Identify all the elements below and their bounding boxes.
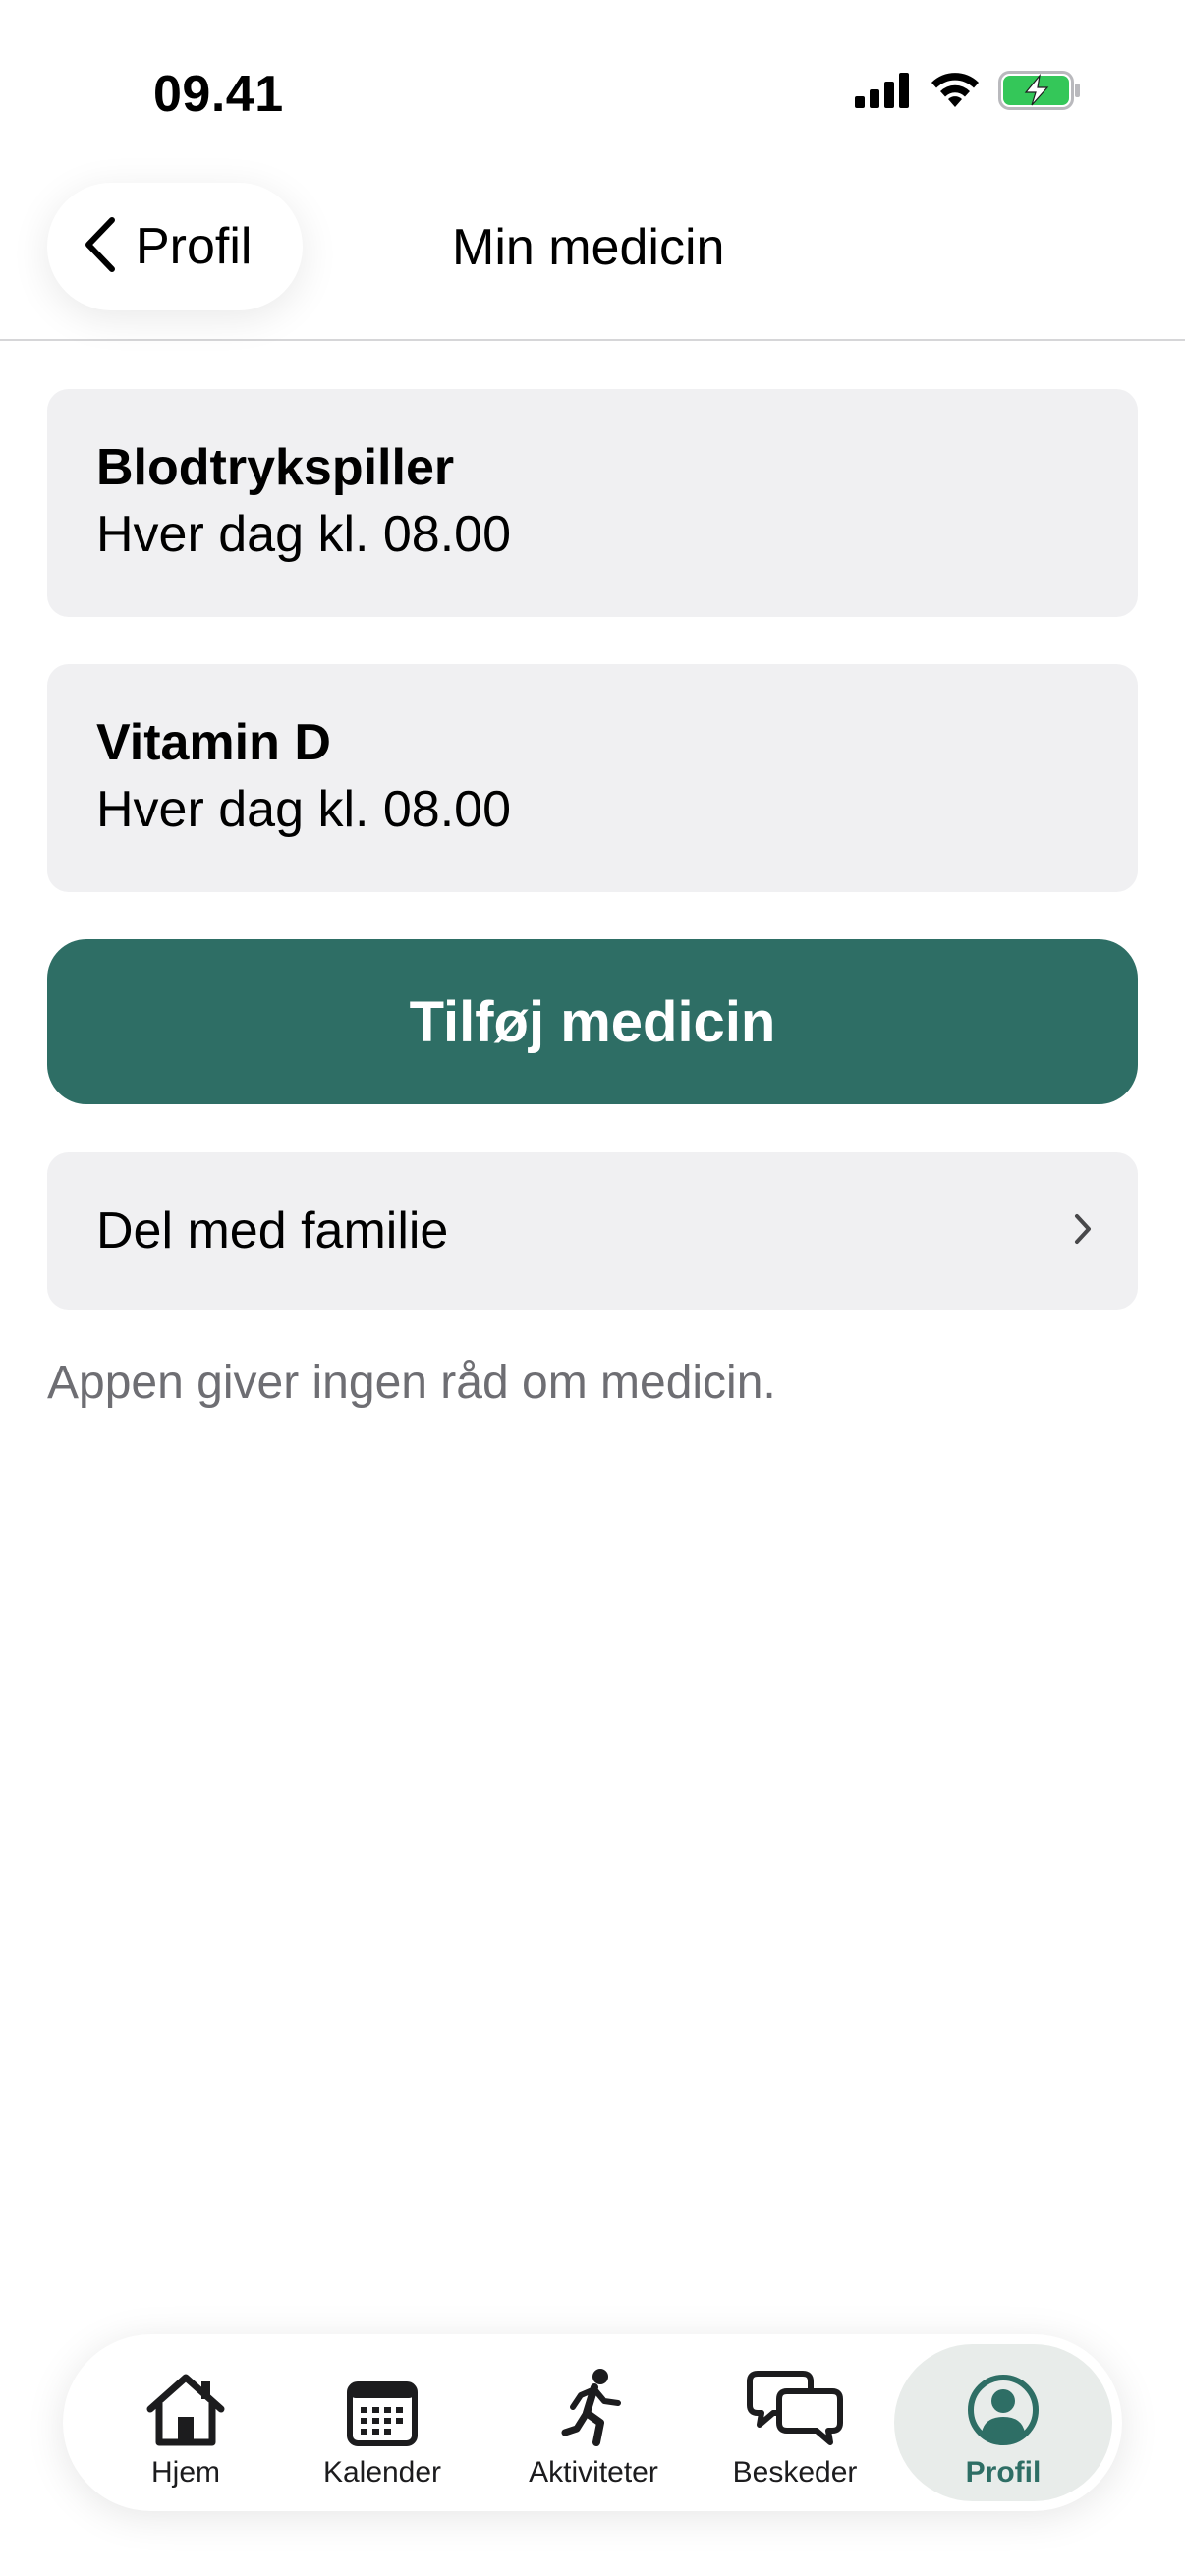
medicine-name: Vitamin D — [96, 714, 331, 771]
signal-icon — [855, 73, 912, 113]
tab-messages[interactable]: Beskeder — [711, 2344, 878, 2501]
back-button[interactable]: Profil — [47, 183, 304, 310]
medicine-schedule: Hver dag kl. 08.00 — [96, 506, 512, 563]
status-time: 09.41 — [153, 66, 284, 123]
tab-calendar[interactable]: Kalender — [299, 2344, 466, 2501]
status-bar: 09.41 — [0, 0, 1185, 147]
tab-calendar-label: Kalender — [322, 2456, 442, 2489]
tab-home[interactable]: Hjem — [102, 2344, 269, 2501]
share-with-family-row[interactable]: Del med familie — [47, 1152, 1138, 1310]
tab-home-label: Hjem — [150, 2456, 220, 2489]
tab-profile-label: Profil — [965, 2456, 1042, 2489]
back-label: Profil — [136, 218, 253, 275]
share-with-family-label: Del med familie — [96, 1203, 449, 1260]
tab-profile[interactable]: Profil — [894, 2344, 1112, 2501]
medicine-schedule: Hver dag kl. 08.00 — [96, 781, 512, 838]
wifi-icon — [930, 72, 981, 114]
chevron-right-icon — [1073, 1212, 1093, 1251]
battery-charging-icon — [998, 71, 1081, 115]
tab-messages-label: Beskeder — [732, 2456, 858, 2489]
medicine-card[interactable]: Vitamin D Hver dag kl. 08.00 — [47, 664, 1138, 892]
status-icons — [855, 71, 1081, 115]
profile-icon — [967, 2358, 1040, 2446]
tab-activities[interactable]: Aktiviteter — [495, 2344, 692, 2501]
disclaimer-text: Appen giver ingen råd om medicin. — [47, 1357, 776, 1409]
running-person-icon — [561, 2358, 626, 2446]
navigation-bar: Profil Min medicin — [0, 147, 1185, 341]
medicine-card[interactable]: Blodtrykspiller Hver dag kl. 08.00 — [47, 389, 1138, 617]
tab-bar: Hjem Kalender Aktiviteter Beskeder Profi… — [63, 2334, 1122, 2511]
tab-activities-label: Aktiviteter — [529, 2456, 658, 2489]
calendar-icon — [347, 2358, 418, 2446]
house-icon — [144, 2358, 227, 2446]
page-title: Min medicin — [452, 219, 725, 276]
chevron-left-icon — [83, 216, 118, 278]
chat-bubbles-icon — [746, 2358, 844, 2446]
medicine-name: Blodtrykspiller — [96, 439, 455, 496]
add-medicine-button[interactable]: Tilføj medicin — [47, 939, 1138, 1104]
